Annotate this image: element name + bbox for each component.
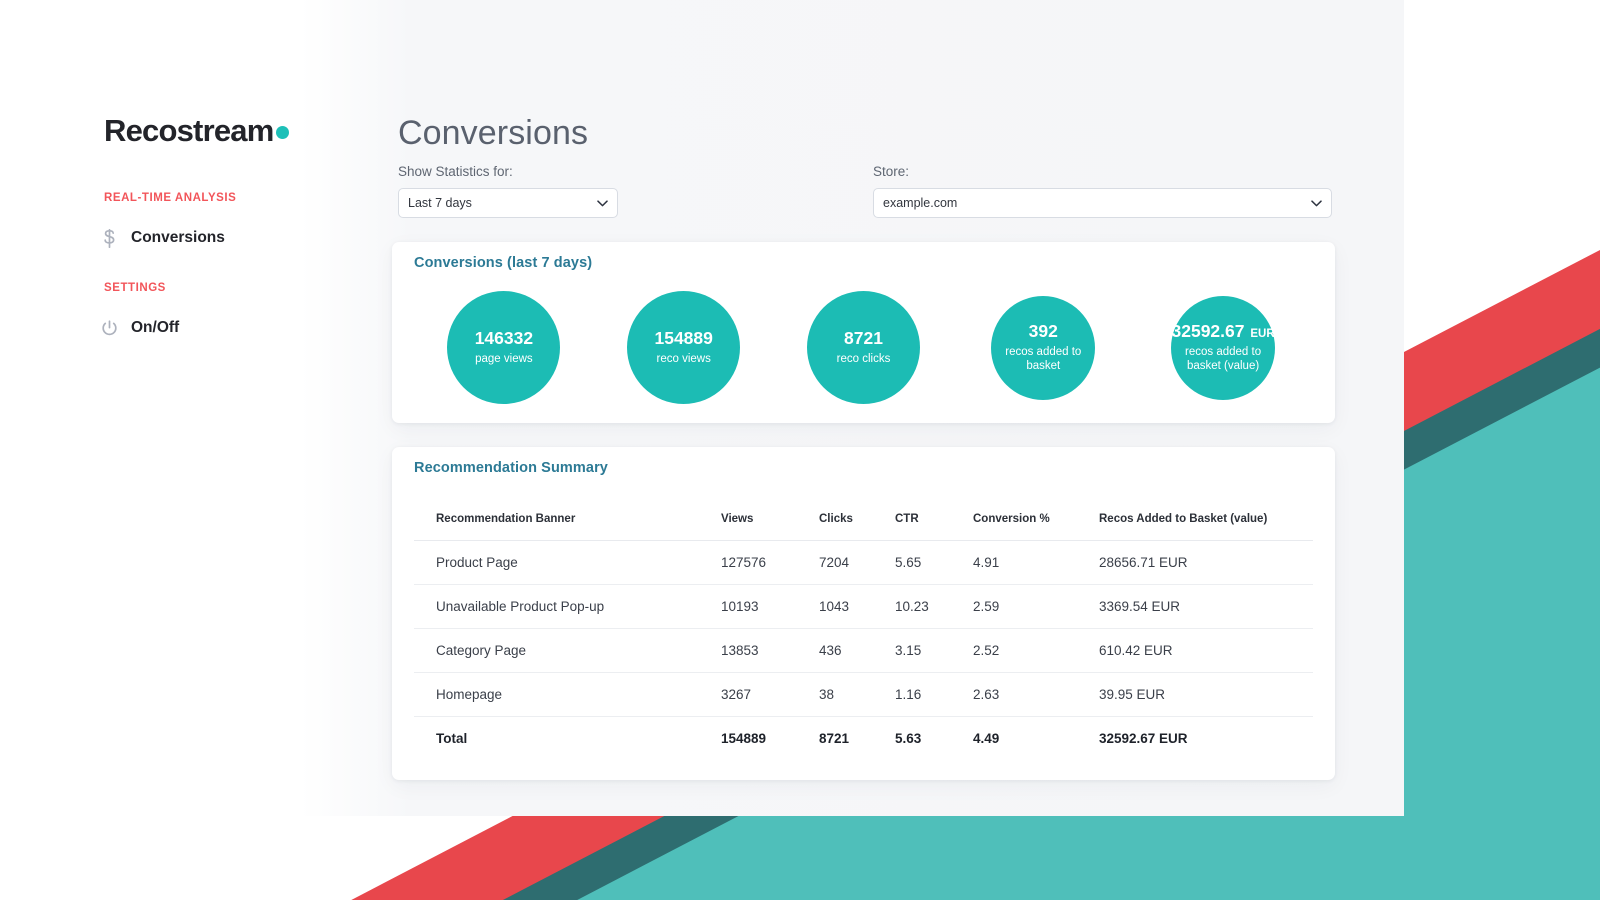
cell-views: 154889 — [721, 731, 767, 746]
cell-ctr: 3.15 — [895, 628, 973, 673]
kpi-caption: recos added to basket — [1005, 346, 1082, 373]
kpi-value: 392 — [1028, 320, 1058, 341]
cell-ctr: 1.16 — [895, 672, 973, 717]
table-row: Product Page 127576 7204 5.65 4.91 28656.71 E… — [414, 540, 1313, 585]
cell-clicks: 7204 — [819, 540, 895, 585]
kpi-value: 32592.67 EUR — [1171, 320, 1275, 341]
cell-clicks: 8721 — [819, 731, 850, 746]
store-filter-value: example.com — [883, 196, 958, 210]
logo-text: Recostream — [104, 113, 274, 148]
page-title: Conversions — [398, 114, 589, 152]
sidebar-item-onoff[interactable]: On/Off — [100, 318, 179, 338]
sidebar-section-title-realtime: REAL-TIME ANALYSIS — [104, 192, 237, 204]
logo[interactable]: Recostream — [104, 113, 290, 149]
kpi-value: 8721 — [844, 327, 883, 348]
logo-dot-icon — [276, 126, 290, 139]
kpi-unit: EUR — [1250, 327, 1275, 340]
cell-views: 127576 — [721, 540, 819, 585]
table-row: Unavailable Product Pop-up 10193 1043 10.23… — [414, 584, 1313, 629]
cell-views: 3267 — [721, 672, 819, 717]
column-header-ctr: CTR — [895, 497, 973, 541]
column-header-recos: Recos Added to Basket (value) — [1099, 497, 1313, 541]
cell-banner: Category Page — [414, 628, 721, 673]
table-row: Category Page 13853 436 3.15 2.52 610.42 EUR — [414, 628, 1313, 673]
recommendation-summary-table: Recommendation Banner Views Clicks CTR C… — [414, 497, 1313, 760]
kpi-caption: page views — [475, 353, 533, 366]
summary-card-heading: Recommendation Summary — [414, 460, 608, 476]
kpi-circle-slot: 154889 reco views — [594, 285, 774, 410]
column-header-views: Views — [721, 497, 819, 541]
kpi-caption: recos added to basket (value) — [1185, 346, 1262, 373]
cell-recos-value: 28656.71 EUR — [1099, 540, 1313, 585]
sidebar-item-label-conversions: Conversions — [131, 229, 225, 246]
column-header-conversion: Conversion % — [973, 497, 1099, 541]
store-filter-select[interactable]: example.com — [873, 188, 1332, 218]
cell-banner: Homepage — [414, 672, 721, 717]
power-icon — [100, 318, 118, 338]
column-header-clicks: Clicks — [819, 497, 895, 541]
cell-ctr: 5.63 — [895, 731, 922, 746]
cell-recos-value: 39.95 EUR — [1099, 672, 1313, 717]
sidebar-item-conversions[interactable]: Conversions — [100, 228, 225, 248]
cell-views: 10193 — [721, 584, 819, 629]
kpi-value: 146332 — [474, 327, 534, 348]
kpi-caption: reco clicks — [836, 353, 891, 366]
cell-recos-value: 32592.67 EUR — [1099, 731, 1188, 746]
kpi-circle-slot: 8721 reco clicks — [774, 285, 954, 410]
kpi-circle-slot: 32592.67 EUR recos added to basket (value… — [1133, 285, 1313, 410]
cell-conversion: 2.63 — [973, 672, 1099, 717]
cell-ctr: 10.23 — [895, 584, 973, 629]
kpi-value: 154889 — [654, 327, 713, 348]
table-total-row: Total 154889 8721 5.63 4.49 32592.67 EUR — [414, 717, 1313, 761]
recommendation-summary-card: Recommendation Summary Recommendation Ba… — [392, 447, 1335, 780]
table-head: Recommendation Banner Views Clicks CTR C… — [414, 497, 1313, 541]
kpi-circle: 32592.67 EUR recos added to basket (value… — [1171, 295, 1276, 400]
chevron-down-icon — [597, 199, 608, 207]
cell-recos-value: 610.42 EUR — [1099, 628, 1313, 673]
chevron-down-icon — [1311, 199, 1322, 207]
store-filter-label: Store: — [873, 164, 910, 179]
kpi-circle: 8721 reco clicks — [806, 291, 920, 404]
cell-banner: Total — [436, 731, 468, 746]
cell-clicks: 436 — [819, 628, 895, 673]
kpi-circle-slot: 146332 page views — [414, 285, 594, 410]
sidebar: Recostream REAL-TIME ANALYSIS Conversion… — [0, 0, 300, 816]
range-filter-select[interactable]: Last 7 days — [398, 188, 618, 218]
cell-ctr: 5.65 — [895, 540, 973, 585]
cell-clicks: 38 — [819, 672, 895, 717]
app-root: Recostream REAL-TIME ANALYSIS Conversion… — [0, 0, 1600, 900]
cell-conversion: 4.91 — [973, 540, 1099, 585]
table-header-row: Recommendation Banner Views Clicks CTR C… — [414, 497, 1313, 541]
dollar-icon — [100, 228, 118, 248]
table-row: Homepage 3267 38 1.16 2.63 39.95 EUR — [414, 672, 1313, 717]
kpi-circle-slot: 392 recos added to basket — [953, 285, 1133, 410]
conversions-card: Conversions (last 7 days) 146332 page vie… — [392, 242, 1335, 423]
cell-conversion: 4.49 — [973, 731, 1000, 746]
kpi-caption: reco views — [656, 353, 711, 366]
cell-conversion: 2.59 — [973, 584, 1099, 629]
sidebar-section-title-settings: SETTINGS — [104, 282, 166, 294]
kpi-circle: 154889 reco views — [627, 291, 741, 404]
kpi-circle: 392 recos added to basket — [991, 295, 1096, 400]
sidebar-item-label-onoff: On/Off — [131, 319, 180, 336]
range-filter-value: Last 7 days — [408, 196, 472, 210]
conversions-card-heading: Conversions (last 7 days) — [414, 255, 593, 271]
cell-banner: Unavailable Product Pop-up — [414, 584, 721, 629]
kpi-circle-row: 146332 page views 154889 reco views 8721 reco… — [414, 285, 1313, 410]
cell-recos-value: 3369.54 EUR — [1099, 584, 1313, 629]
column-header-banner: Recommendation Banner — [414, 497, 721, 541]
cell-clicks: 1043 — [819, 584, 895, 629]
cell-conversion: 2.52 — [973, 628, 1099, 673]
cell-banner: Product Page — [414, 540, 721, 585]
cell-views: 13853 — [721, 628, 819, 673]
range-filter-label: Show Statistics for: — [398, 164, 513, 179]
table-body: Product Page 127576 7204 5.65 4.91 28656.71 E… — [414, 540, 1313, 761]
kpi-circle: 146332 page views — [447, 291, 561, 404]
